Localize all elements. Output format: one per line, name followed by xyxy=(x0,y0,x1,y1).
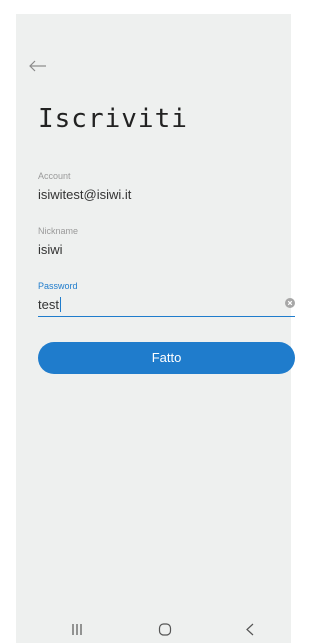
clear-input-icon[interactable] xyxy=(285,298,295,308)
home-icon[interactable] xyxy=(145,615,185,643)
nav-back-chevron-icon[interactable] xyxy=(230,615,270,643)
password-label: Password xyxy=(38,281,78,291)
page-title: Iscriviti xyxy=(38,104,188,134)
nickname-field[interactable]: Nickname isiwi xyxy=(38,226,295,258)
account-label: Account xyxy=(38,171,71,181)
back-arrow-icon[interactable] xyxy=(28,58,48,74)
password-field[interactable]: Password test xyxy=(38,281,295,317)
account-value[interactable]: isiwitest@isiwi.it xyxy=(38,187,295,203)
recents-icon[interactable] xyxy=(58,615,98,643)
password-input[interactable]: test xyxy=(38,292,295,317)
nickname-label: Nickname xyxy=(38,226,79,236)
system-navigation-bar xyxy=(16,615,291,643)
account-field[interactable]: Account isiwitest@isiwi.it xyxy=(38,171,295,203)
password-value: test xyxy=(38,297,59,312)
nickname-value[interactable]: isiwi xyxy=(38,242,295,258)
text-cursor xyxy=(59,297,62,312)
done-button[interactable]: Fatto xyxy=(38,342,295,374)
